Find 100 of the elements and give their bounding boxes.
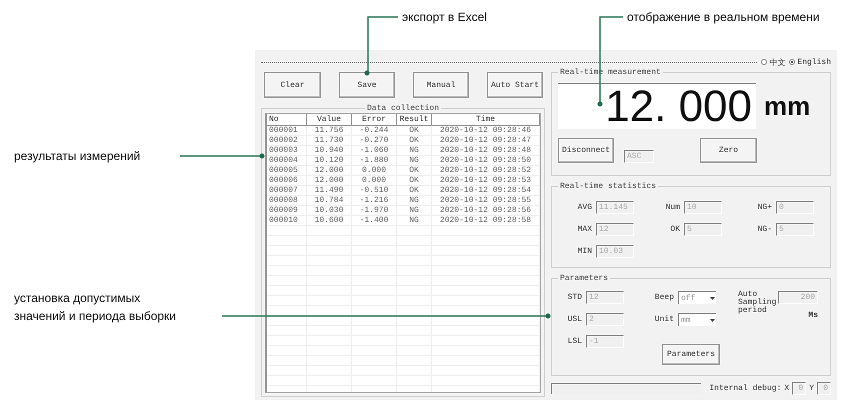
table-cell: 2020-10-12 09:28:54: [432, 186, 540, 195]
table-cell: NG: [397, 206, 432, 215]
column-header[interactable]: Time: [432, 114, 540, 125]
table-cell: 000009: [267, 206, 307, 215]
table-cell: -1.880: [352, 156, 397, 165]
table-cell: -1.970: [352, 206, 397, 215]
table-cell: 10.784: [307, 196, 352, 205]
table-cell: 0.000: [352, 176, 397, 185]
parameters-button[interactable]: Parameters: [662, 344, 720, 365]
table-cell: OK: [397, 176, 432, 185]
dropdown-arrow-icon: [709, 316, 716, 324]
table-cell: NG: [397, 156, 432, 165]
table-cell: -0.244: [352, 126, 397, 135]
stat-field: 10.03: [596, 245, 634, 258]
language-radio[interactable]: English: [789, 58, 831, 66]
table-cell: 2020-10-12 09:28:55: [432, 196, 540, 205]
sampling-unit: Ms: [807, 312, 818, 322]
table-cell: 2020-10-12 09:28:48: [432, 146, 540, 155]
toolbar-button[interactable]: Manual: [413, 72, 469, 98]
stat-field: 0: [776, 201, 814, 214]
stat-label: NG-: [756, 225, 772, 234]
table-cell: 000001: [267, 126, 307, 135]
table-cell: 000002: [267, 136, 307, 145]
leader-line: [364, 16, 398, 76]
annotation-text: экспорт в Excel: [402, 9, 487, 26]
table-cell: OK: [397, 136, 432, 145]
table-cell: -1.400: [352, 216, 397, 225]
table-cell: 10.600: [307, 216, 352, 225]
table-cell: 000006: [267, 176, 307, 185]
table-cell: 000008: [267, 196, 307, 205]
mode-field: ASC: [624, 150, 654, 163]
stat-label: NG+: [756, 203, 772, 212]
table-cell: 10.120: [307, 156, 352, 165]
table-cell: 0.000: [352, 166, 397, 175]
table-cell: -0.270: [352, 136, 397, 145]
dropdown-arrow-icon: [709, 294, 716, 302]
table-cell: 000004: [267, 156, 307, 165]
table-cell: -0.510: [352, 186, 397, 195]
table-cell: OK: [397, 166, 432, 175]
reading-display: 12. 000: [558, 83, 756, 129]
column-header[interactable]: Result: [397, 114, 432, 125]
debug-label: Internal debug:: [709, 384, 782, 393]
table-cell: NG: [397, 196, 432, 205]
sampling-label: Auto Sampling period: [738, 291, 776, 317]
column-header[interactable]: No: [267, 114, 307, 125]
parameter-label: USL: [566, 315, 582, 324]
table-cell: 2020-10-12 09:28:47: [432, 136, 540, 145]
parameter-label: Beep: [654, 293, 674, 302]
table-cell: NG: [397, 146, 432, 155]
table-cell: -1.216: [352, 196, 397, 205]
stat-label: MIN: [576, 247, 592, 256]
toolbar-button[interactable]: Save: [339, 72, 395, 98]
debug-axis-label: X: [784, 384, 790, 393]
table-cell: 2020-10-12 09:28:53: [432, 176, 540, 185]
table-cell: 12.000: [307, 176, 352, 185]
table-cell: 2020-10-12 09:28:46: [432, 126, 540, 135]
table-cell: -1.060: [352, 146, 397, 155]
zero-button[interactable]: Zero: [700, 138, 757, 163]
stat-field: 5: [684, 223, 722, 236]
table-cell: 2020-10-12 09:28:56: [432, 206, 540, 215]
table-cell: 2020-10-12 09:28:58: [432, 216, 540, 225]
toolbar-button[interactable]: Auto Start: [487, 72, 543, 98]
stat-label: MAX: [576, 225, 592, 234]
table-cell: 000005: [267, 166, 307, 175]
debug-axis-label: Y: [809, 384, 814, 393]
annotation-text: отображение в реальном времени: [627, 9, 820, 26]
table-cell: 10.030: [307, 206, 352, 215]
parameter-label: STD: [566, 293, 582, 302]
table-cell: 10.940: [307, 146, 352, 155]
parameter-label: LSL: [566, 337, 582, 346]
toolbar-button[interactable]: Clear: [264, 72, 321, 98]
debug-field: 0: [817, 382, 831, 395]
language-radio[interactable]: 中文: [761, 56, 786, 68]
table-cell: 000007: [267, 186, 307, 195]
debug-field: 0: [792, 382, 806, 395]
column-header[interactable]: Error: [352, 114, 397, 125]
table-cell: OK: [397, 186, 432, 195]
group-title: Real-time statistics: [559, 182, 658, 191]
stat-label: Num: [664, 203, 680, 212]
table-cell: 2020-10-12 09:28:50: [432, 156, 540, 165]
stat-label: AVG: [576, 203, 592, 212]
table-cell: 000010: [267, 216, 307, 225]
stat-field: 12: [596, 223, 634, 236]
column-header[interactable]: Value: [307, 114, 352, 125]
table-cell: 11.756: [307, 126, 352, 135]
stat-field: 5: [776, 223, 814, 236]
stat-field: 10: [684, 201, 722, 214]
stat-field: 11.145: [596, 201, 634, 214]
table-cell: OK: [397, 126, 432, 135]
table-cell: 2020-10-12 09:28:52: [432, 166, 540, 175]
table-cell: NG: [397, 216, 432, 225]
annotation-text: установка допустимых значений и периода выборки: [14, 290, 176, 325]
group-title: Data collection: [366, 104, 440, 113]
annotation-text: результаты измерений: [14, 148, 140, 165]
disconnect-button[interactable]: Disconnect: [558, 138, 614, 163]
parameter-label: Unit: [654, 315, 674, 324]
table-cell: 12.000: [307, 166, 352, 175]
stat-label: OK: [669, 225, 680, 234]
unit-label: mm: [764, 90, 810, 122]
table-cell: 000003: [267, 146, 307, 155]
